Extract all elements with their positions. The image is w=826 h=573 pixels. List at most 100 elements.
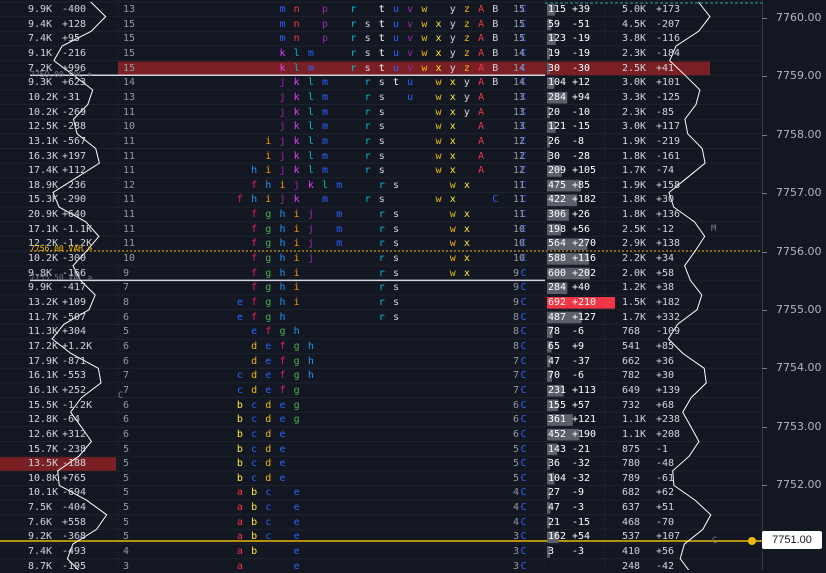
row-bid-delta: +116 (572, 253, 597, 265)
row-bid-volume: 284 (548, 91, 567, 103)
row-bid-delta: -8 (572, 135, 585, 147)
row-volume: 7.5K (28, 502, 53, 514)
row-delta: -236 (62, 179, 87, 191)
row-bid-volume: 104 (548, 77, 567, 89)
row-volume: 17.2K (28, 340, 59, 352)
vah-label: 7756.00 VAH > (30, 244, 93, 253)
row-delta: -31 (62, 91, 81, 103)
row-tpo-letters: bcdeg C (236, 414, 527, 426)
row-period-count: 7 (513, 355, 520, 367)
row-volume: 15.5K (28, 399, 59, 411)
price-tick-mark (762, 76, 767, 78)
row-profile-delta: +158 (656, 179, 681, 191)
row-tpo-letters: bcde C (236, 428, 527, 440)
row-tpo-count: 9 (123, 267, 130, 279)
row-profile-volume: 2.9K (622, 238, 647, 250)
row-tpo-letters: fghij m rs wx C (251, 238, 527, 250)
row-profile-volume: 2.0K (622, 267, 647, 279)
row-tpo-letters: mn p rstuvwxyzAB C (279, 33, 527, 45)
row-bid-volume: 155 (548, 399, 567, 411)
row-profile-volume: 782 (622, 370, 641, 382)
row-profile-volume: 682 (622, 487, 641, 499)
row-bid-delta: +270 (572, 238, 597, 250)
row-period-count: 6 (513, 428, 520, 440)
row-volume: 11.3K (28, 326, 59, 338)
row-delta: +765 (62, 472, 87, 484)
row-tpo-count: 10 (123, 121, 136, 133)
row-volume: 17.9K (28, 355, 59, 367)
row-profile-volume: 662 (622, 355, 641, 367)
row-bid-delta: +190 (572, 428, 597, 440)
row-bid-volume: 19 (548, 47, 561, 59)
row-bid-volume: 123 (548, 33, 567, 45)
row-profile-delta: +117 (656, 121, 681, 133)
price-tick: 7753.00 (776, 419, 822, 433)
row-tpo-letters: defgh C (251, 340, 527, 352)
row-tpo-count: 15 (123, 18, 136, 30)
row-profile-volume: 649 (622, 384, 641, 396)
row-bid-delta: -51 (572, 18, 591, 30)
row-volume: 9.9K (28, 282, 53, 294)
row-tpo-letters: jklm rs u wxyA C (279, 91, 527, 103)
row-period-count: 3 (513, 546, 520, 558)
row-bid-volume: 284 (548, 282, 567, 294)
row-tpo-letters: fghi rs wx C (251, 267, 527, 279)
row-period-count: 8 (513, 311, 520, 323)
row-bid-delta: +26 (572, 209, 591, 221)
row-volume: 12.5K (28, 121, 59, 133)
row-profile-volume: 1.5K (622, 297, 647, 308)
price-tick: 7755.00 (776, 303, 822, 316)
row-bid-volume: 422 (548, 194, 567, 206)
row-delta: -238 (62, 443, 87, 455)
row-profile-volume: 5.0K (622, 4, 647, 15)
market-profile-chart[interactable]: 9.9K -400 13 m n p r tuvw yzAB C 15 115 +39 5.0K… (0, 0, 826, 572)
row-bid-delta: +12 (572, 77, 591, 89)
row-tpo-letters: efgh rs C (236, 311, 527, 323)
row-volume: 7.4K (28, 33, 53, 45)
row-tpo-count: 5 (123, 502, 130, 514)
row-tpo-letters: bcde C (236, 472, 527, 484)
row-volume: 17.1K (28, 223, 59, 235)
row-profile-volume: 1.2K (622, 282, 647, 294)
row-bid-volume: 26 (548, 135, 561, 147)
m-marker: M (711, 224, 717, 234)
row-profile-delta: -70 (656, 516, 675, 528)
row-delta: -400 (62, 4, 87, 15)
row-profile-delta: +139 (656, 384, 681, 396)
row-bid-volume: 104 (548, 472, 567, 484)
row-tpo-count: 10 (123, 253, 136, 265)
row-tpo-letters: efgh C (251, 326, 527, 338)
row-profile-delta: -219 (656, 135, 681, 147)
row-period-count: 15 (513, 33, 526, 45)
row-bid-delta: +40 (572, 282, 591, 294)
row-tpo-letters: cdefgh C (236, 370, 527, 382)
row-profile-delta: +30 (656, 194, 675, 206)
row-profile-volume: 2.5K (622, 223, 647, 235)
row-bid-delta: +94 (572, 91, 591, 103)
row-bid-volume: 452 (548, 428, 567, 440)
row-volume: 10.1K (28, 487, 59, 499)
row-tpo-count: 11 (123, 223, 136, 235)
c-left-marker: C (118, 391, 124, 401)
row-volume: 7.4K (28, 546, 53, 558)
row-profile-volume: 1.7K (622, 311, 647, 323)
row-volume: 10.2K (28, 253, 59, 265)
row-bid-delta: +182 (572, 194, 597, 206)
row-period-count: 11 (513, 179, 526, 191)
row-period-count: 10 (513, 238, 526, 250)
row-delta: +1.2K (62, 340, 93, 352)
row-volume: 18.9K (28, 179, 59, 191)
row-profile-delta: +62 (656, 487, 675, 499)
row-bid-delta: -6 (572, 326, 585, 338)
row-tpo-letters: defgh C (251, 355, 527, 367)
row-bid-delta: -6 (572, 370, 585, 382)
row-tpo-count: 4 (123, 546, 130, 558)
price-tick-mark (762, 368, 767, 370)
row-tpo-count: 12 (123, 179, 136, 191)
row-tpo-count: 15 (123, 33, 136, 45)
row-profile-volume: 637 (622, 502, 641, 514)
row-tpo-letters: jklm rstu wxyAB C (279, 77, 527, 89)
row-tpo-letters: ijklm rs wx A C (265, 135, 527, 147)
row-period-count: 10 (513, 223, 526, 235)
row-bid-delta: -19 (572, 33, 591, 45)
